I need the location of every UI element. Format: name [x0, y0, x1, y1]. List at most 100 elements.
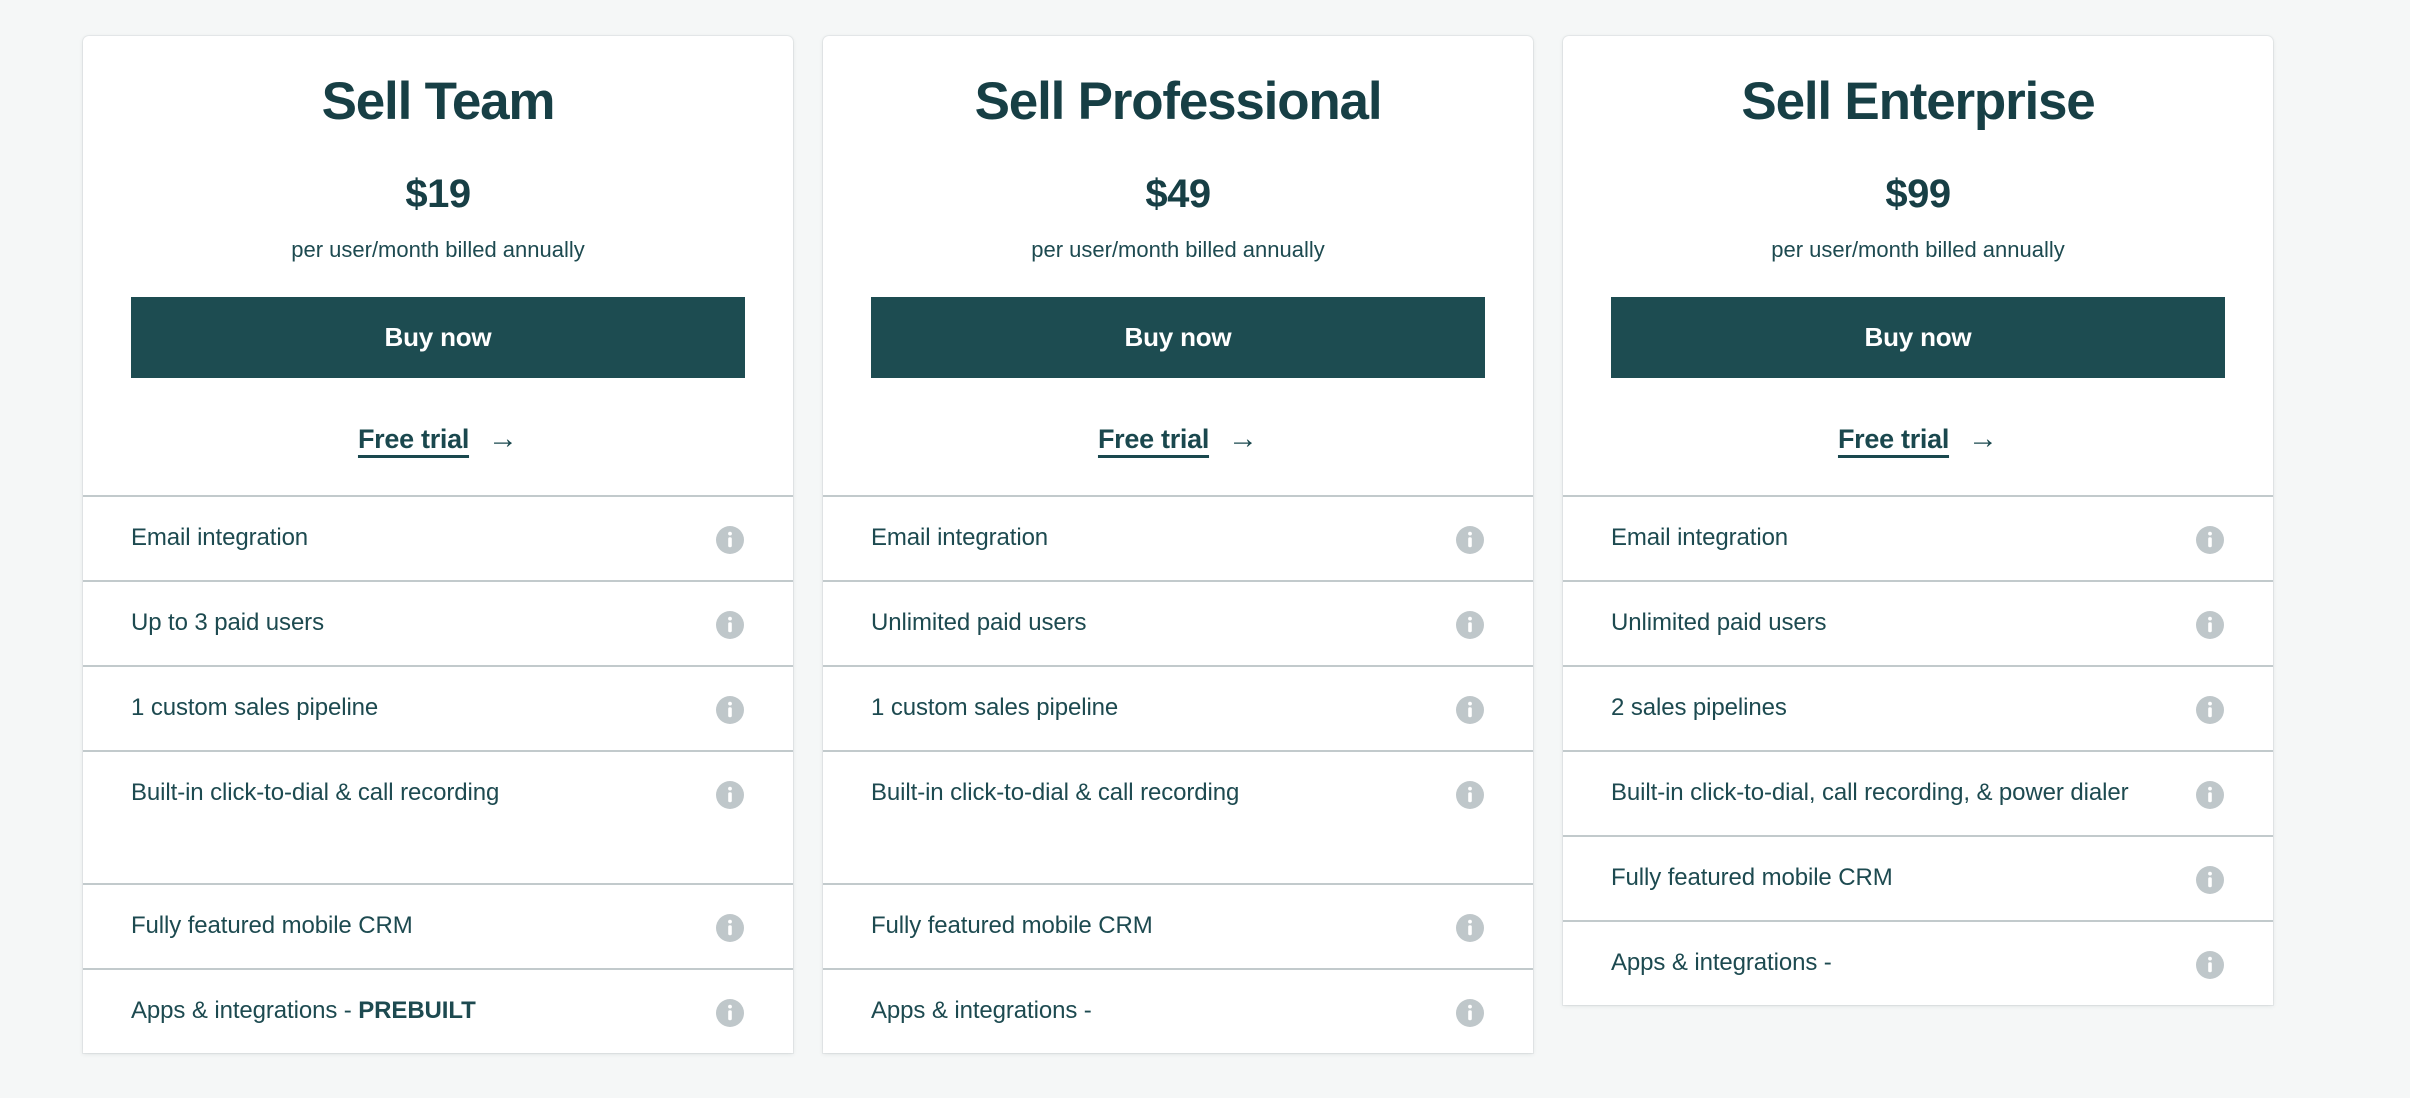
feature-label-text: Built-in click-to-dial, call recording, … — [1611, 779, 2129, 807]
feature-label-text: Email integration — [1611, 524, 1789, 552]
pricing-card-list: Sell Team $19 per user/month billed annual… — [0, 36, 2410, 1054]
info-icon[interactable] — [2195, 950, 2225, 980]
buy-now-button[interactable]: Buy now — [131, 296, 745, 379]
feature-label: Apps & integrations - — [871, 995, 1437, 1027]
feature-label-text: Fully featured mobile CRM — [131, 912, 413, 940]
info-icon[interactable] — [715, 695, 745, 725]
info-icon[interactable] — [715, 525, 745, 555]
feature-label: Built-in click-to-dial & call recording — [131, 777, 697, 809]
plan-title: Sell Professional — [974, 72, 1383, 131]
free-trial-link[interactable]: Free trial → — [1097, 421, 1259, 455]
info-icon[interactable] — [2195, 780, 2225, 810]
pricing-card: Sell Team $19 per user/month billed annual… — [83, 36, 793, 1054]
info-icon[interactable] — [715, 610, 745, 640]
feature-label: Apps & integrations - — [1611, 947, 2177, 979]
free-trial-link[interactable]: Free trial → — [1837, 421, 1999, 455]
feature-label: Fully featured mobile CRM — [871, 910, 1437, 942]
buy-now-button[interactable]: Buy now — [1611, 296, 2225, 379]
feature-row: 2 sales pipelines — [1563, 667, 2273, 753]
plan-billing-period: per user/month billed annually — [291, 237, 585, 263]
arrow-right-icon: → — [1228, 421, 1259, 455]
plan-price: $19 — [405, 172, 471, 217]
feature-label-text: 2 sales pipelines — [1611, 694, 1787, 722]
info-icon[interactable] — [1455, 695, 1485, 725]
info-icon[interactable] — [2195, 525, 2225, 555]
feature-label: Built-in click-to-dial & call recording — [871, 777, 1437, 809]
pricing-card: Sell Enterprise $99 per user/month billed … — [1563, 36, 2273, 1006]
plan-title: Sell Team — [321, 72, 556, 131]
free-trial-container: Free trial → — [1611, 421, 2225, 455]
pricing-card-header: Sell Enterprise $99 per user/month billed … — [1563, 36, 2273, 495]
arrow-right-icon: → — [488, 421, 519, 455]
feature-list: Email integration Up to 3 paid users 1 cus… — [83, 495, 793, 1053]
feature-label: Email integration — [1611, 522, 2177, 554]
pricing-card-header: Sell Team $19 per user/month billed annual… — [83, 36, 793, 495]
feature-row: Up to 3 paid users — [83, 582, 793, 668]
pricing-card: Sell Professional $49 per user/month bille… — [823, 36, 1533, 1054]
feature-label: Email integration — [131, 522, 697, 554]
free-trial-container: Free trial → — [871, 421, 1485, 455]
free-trial-label: Free trial — [1837, 424, 1950, 455]
feature-label-text: Apps & integrations - — [1611, 949, 1832, 977]
info-icon[interactable] — [2195, 610, 2225, 640]
feature-label: Apps & integrations - PREBUILT — [131, 995, 697, 1027]
info-icon[interactable] — [715, 913, 745, 943]
feature-label: Unlimited paid users — [871, 607, 1437, 639]
info-icon[interactable] — [1455, 610, 1485, 640]
feature-row: Apps & integrations - — [823, 970, 1533, 1053]
free-trial-container: Free trial → — [131, 421, 745, 455]
feature-label-text: 1 custom sales pipeline — [131, 694, 379, 722]
feature-label-text: Apps & integrations - — [131, 997, 359, 1025]
feature-row: Unlimited paid users — [823, 582, 1533, 668]
info-icon[interactable] — [1455, 525, 1485, 555]
feature-label: Fully featured mobile CRM — [1611, 862, 2177, 894]
feature-label-emphasis: PREBUILT — [358, 997, 476, 1025]
plan-price: $99 — [1885, 172, 1951, 217]
feature-row: Built-in click-to-dial, call recording, … — [1563, 752, 2273, 838]
plan-title: Sell Enterprise — [1741, 72, 2095, 131]
feature-label: Fully featured mobile CRM — [131, 910, 697, 942]
feature-label: Built-in click-to-dial, call recording, … — [1611, 777, 2177, 809]
feature-row: Email integration — [823, 497, 1533, 583]
feature-row: Fully featured mobile CRM — [823, 885, 1533, 971]
feature-label-text: 1 custom sales pipeline — [871, 694, 1119, 722]
plan-billing-period: per user/month billed annually — [1771, 237, 2065, 263]
info-icon[interactable] — [1455, 998, 1485, 1028]
feature-row: Built-in click-to-dial & call recording — [83, 752, 793, 886]
feature-row: Fully featured mobile CRM — [1563, 837, 2273, 923]
feature-row: Fully featured mobile CRM — [83, 885, 793, 971]
feature-label: Up to 3 paid users — [131, 607, 697, 639]
info-icon[interactable] — [1455, 780, 1485, 810]
pricing-page: Sell Team $19 per user/month billed annual… — [0, 0, 2410, 1098]
feature-row: Built-in click-to-dial & call recording — [823, 752, 1533, 886]
free-trial-link[interactable]: Free trial → — [357, 421, 519, 455]
feature-label-text: Email integration — [871, 524, 1049, 552]
feature-label-text: Unlimited paid users — [1611, 609, 1827, 637]
feature-row: Apps & integrations - PREBUILT — [83, 970, 793, 1053]
feature-row: Apps & integrations - — [1563, 922, 2273, 1005]
plan-billing-period: per user/month billed annually — [1031, 237, 1325, 263]
feature-label-text: Built-in click-to-dial & call recording — [871, 779, 1240, 807]
feature-row: Email integration — [83, 497, 793, 583]
feature-label-text: Apps & integrations - — [871, 997, 1092, 1025]
info-icon[interactable] — [2195, 865, 2225, 895]
arrow-right-icon: → — [1968, 421, 1999, 455]
feature-row: 1 custom sales pipeline — [823, 667, 1533, 753]
feature-row: Unlimited paid users — [1563, 582, 2273, 668]
buy-now-button[interactable]: Buy now — [871, 296, 1485, 379]
feature-list: Email integration Unlimited paid users 1 c… — [823, 495, 1533, 1053]
feature-label: 2 sales pipelines — [1611, 692, 2177, 724]
feature-label-text: Unlimited paid users — [871, 609, 1087, 637]
feature-label-text: Email integration — [131, 524, 309, 552]
feature-label: Unlimited paid users — [1611, 607, 2177, 639]
feature-label: 1 custom sales pipeline — [131, 692, 697, 724]
feature-label-text: Up to 3 paid users — [131, 609, 324, 637]
info-icon[interactable] — [1455, 913, 1485, 943]
info-icon[interactable] — [715, 780, 745, 810]
feature-row: Email integration — [1563, 497, 2273, 583]
free-trial-label: Free trial — [1097, 424, 1210, 455]
feature-label: Email integration — [871, 522, 1437, 554]
info-icon[interactable] — [2195, 695, 2225, 725]
free-trial-label: Free trial — [357, 424, 470, 455]
info-icon[interactable] — [715, 998, 745, 1028]
